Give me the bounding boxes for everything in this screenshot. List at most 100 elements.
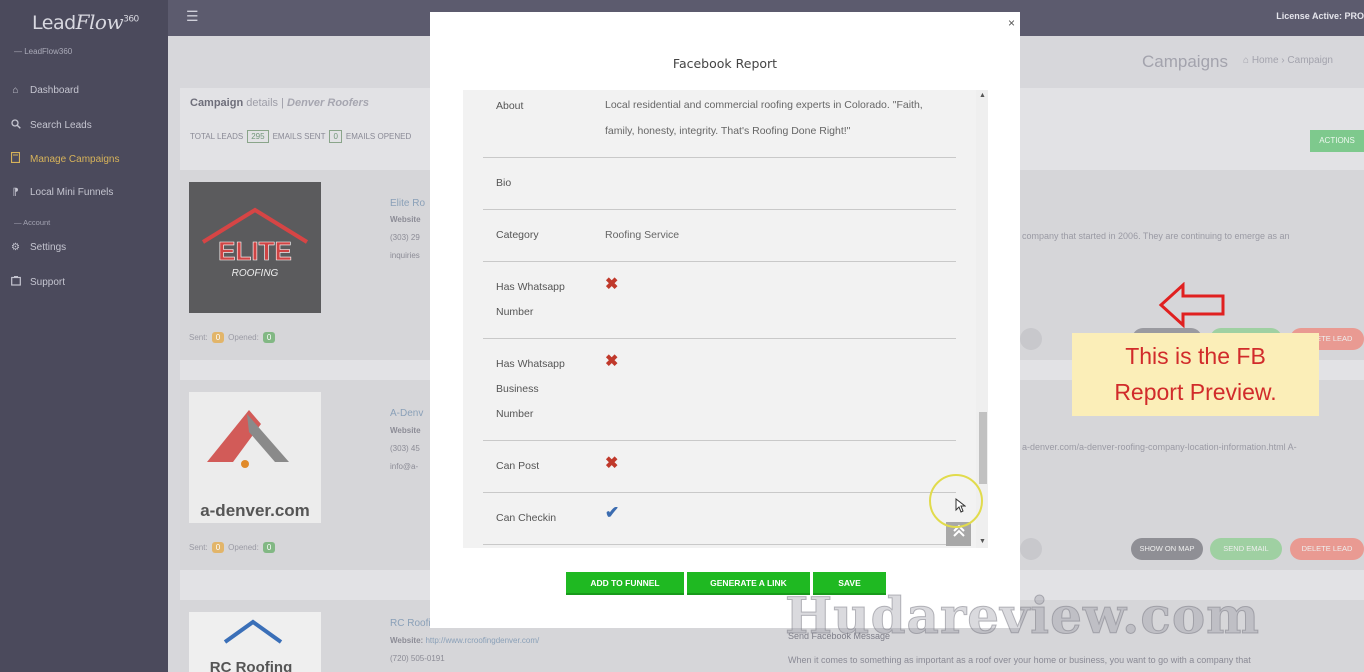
opened-count: 0 <box>262 542 276 553</box>
row-label-line: Number <box>496 408 534 420</box>
send-email-button[interactable]: SEND EMAIL <box>1210 538 1282 560</box>
sidebar-item-dashboard[interactable]: ⌂ Dashboard <box>10 85 79 96</box>
opened-label: Opened: <box>228 543 259 552</box>
annotation-callout: This is the FB Report Preview. <box>1072 333 1319 416</box>
sent-count: 0 <box>211 332 225 343</box>
row-label: Has Whatsapp Business Number <box>496 352 565 427</box>
total-leads-count: 295 <box>247 130 269 143</box>
modal-title: Facebook Report <box>672 56 778 71</box>
row-label: Category <box>496 229 539 241</box>
support-icon <box>10 276 21 289</box>
callout-line: This is the FB <box>1125 343 1266 369</box>
sidebar-item-label: Search Leads <box>30 120 92 131</box>
add-to-funnel-button[interactable]: ADD TO FUNNEL <box>566 572 684 595</box>
scroll-up-arrow-icon[interactable]: ▲ <box>979 92 986 99</box>
sidebar-item-local-mini-funnels[interactable]: ⁋ Local Mini Funnels <box>10 187 113 198</box>
logo-sup: 360 <box>123 14 139 25</box>
row-value: Local residential and commercial roofing… <box>605 99 923 137</box>
report-row-about: About Local residential and commercial r… <box>483 90 956 158</box>
opened-count: 0 <box>262 332 276 343</box>
search-icon <box>10 119 21 132</box>
scroll-down-arrow-icon[interactable]: ▼ <box>979 538 986 545</box>
lead-phone: (720) 505-0191 <box>390 654 445 663</box>
left-arrow-icon <box>1158 282 1225 328</box>
report-row-can-checkin: Can Checkin ✔ <box>483 493 956 545</box>
breadcrumb: ⌂ Home › Campaign <box>1243 55 1333 66</box>
sidebar-section-account: — Account <box>14 218 51 227</box>
lead-description: When it comes to something as important … <box>788 655 1251 665</box>
sidebar-item-label: Local Mini Funnels <box>30 187 114 198</box>
lead-website-link[interactable]: http://www.rcroofingdenver.com/ <box>425 636 539 645</box>
breadcrumb-current: Campaign <box>1287 55 1333 66</box>
elite-logo-text: ELITE <box>218 236 292 266</box>
sidebar-item-search-leads[interactable]: Search Leads <box>10 119 92 132</box>
campaign-name: Denver Roofers <box>287 97 369 109</box>
campaign-stats: TOTAL LEADS 295 EMAILS SENT 0 EMAILS OPE… <box>190 130 411 143</box>
report-button[interactable] <box>1020 538 1042 560</box>
hamburger-menu-icon[interactable]: ☰ <box>186 8 199 25</box>
gear-icon: ⚙ <box>11 242 20 253</box>
lead-website-label: Website <box>390 426 421 435</box>
total-leads-label: TOTAL LEADS <box>190 132 244 141</box>
logo-script: Flow <box>75 10 124 34</box>
show-on-map-button[interactable]: SHOW ON MAP <box>1131 538 1203 560</box>
report-button[interactable] <box>1020 328 1042 350</box>
row-label: Can Checkin <box>496 512 557 524</box>
rc-logo-text: RC Roofing <box>210 659 292 672</box>
adenver-logo-text: a-denver.com <box>200 501 310 520</box>
lead-logo-rc: RC Roofing <box>189 612 321 672</box>
callout-line: Report Preview. <box>1114 379 1277 405</box>
close-icon[interactable]: × <box>1008 16 1015 30</box>
cross-icon: ✖ <box>605 455 619 472</box>
sub-brand: — LeadFlow360 <box>14 47 73 56</box>
lead-phone: (303) 45 <box>390 444 420 453</box>
row-label-line: Has Whatsapp <box>496 358 565 370</box>
watermark: Hudareview.com <box>784 586 1261 646</box>
funnel-icon: ⁋ <box>12 187 19 198</box>
emails-sent-count: 0 <box>329 130 342 143</box>
lead-name[interactable]: A-Denv <box>390 408 423 419</box>
row-label: Can Post <box>496 460 540 472</box>
report-row-category: Category Roofing Service <box>483 210 956 262</box>
row-label: Bio <box>496 177 512 189</box>
lead-phone: (303) 29 <box>390 233 420 242</box>
report-row-has-whatsapp-number: Has Whatsapp Number ✖ <box>483 262 956 339</box>
sidebar-item-support[interactable]: Support <box>10 276 65 289</box>
license-status: License Active: PRO <box>1276 11 1364 21</box>
cross-icon: ✖ <box>605 276 619 293</box>
sidebar-item-label: Dashboard <box>30 85 79 96</box>
actions-button[interactable]: ACTIONS <box>1310 130 1364 152</box>
sidebar-item-settings[interactable]: ⚙ Settings <box>10 242 66 253</box>
lead-extra: info@a- <box>390 462 419 471</box>
sidebar-item-manage-campaigns[interactable]: Manage Campaigns <box>10 151 120 166</box>
lead-website-label: Website <box>390 215 421 224</box>
breadcrumb-home[interactable]: Home <box>1252 55 1279 66</box>
lead-logo-elite: ELITE ROOFING <box>189 182 321 313</box>
lead-description: a-denver.com/a-denver-roofing-company-lo… <box>1022 442 1297 452</box>
emails-sent-label: EMAILS SENT <box>272 132 326 141</box>
lead-logo-adenver: a-denver.com <box>189 392 321 523</box>
lead-website-label: Website: <box>390 636 424 645</box>
row-label-line: Business <box>496 383 539 395</box>
book-icon <box>10 151 21 166</box>
scrollbar-thumb[interactable] <box>979 412 987 484</box>
sidebar-item-label: Support <box>30 277 66 288</box>
app-logo[interactable]: LeadFlow360 <box>32 10 139 34</box>
lead-description: company that started in 2006. They are c… <box>1022 231 1290 241</box>
row-label: Has Whatsapp Number <box>496 275 565 325</box>
report-table: About Local residential and commercial r… <box>483 90 956 545</box>
report-row-can-post: Can Post ✖ <box>483 441 956 493</box>
lead-name[interactable]: Elite Ro <box>390 198 425 209</box>
home-icon: ⌂ <box>1243 55 1250 66</box>
row-label-line: Has Whatsapp <box>496 281 565 293</box>
checkmark-icon: ✔ <box>605 503 620 522</box>
row-label: About <box>496 100 524 112</box>
campaign-label: Campaign <box>190 97 244 109</box>
lead-extra: inquiries <box>390 251 420 260</box>
elite-logo-sub: ROOFING <box>232 268 279 279</box>
report-scrollbar[interactable]: ▲ ▼ <box>976 90 988 548</box>
home-icon: ⌂ <box>12 85 19 96</box>
report-scroll-area[interactable]: About Local residential and commercial r… <box>463 90 988 548</box>
lead-name[interactable]: RC Roofi <box>390 618 431 629</box>
delete-lead-button[interactable]: DELETE LEAD <box>1290 538 1364 560</box>
